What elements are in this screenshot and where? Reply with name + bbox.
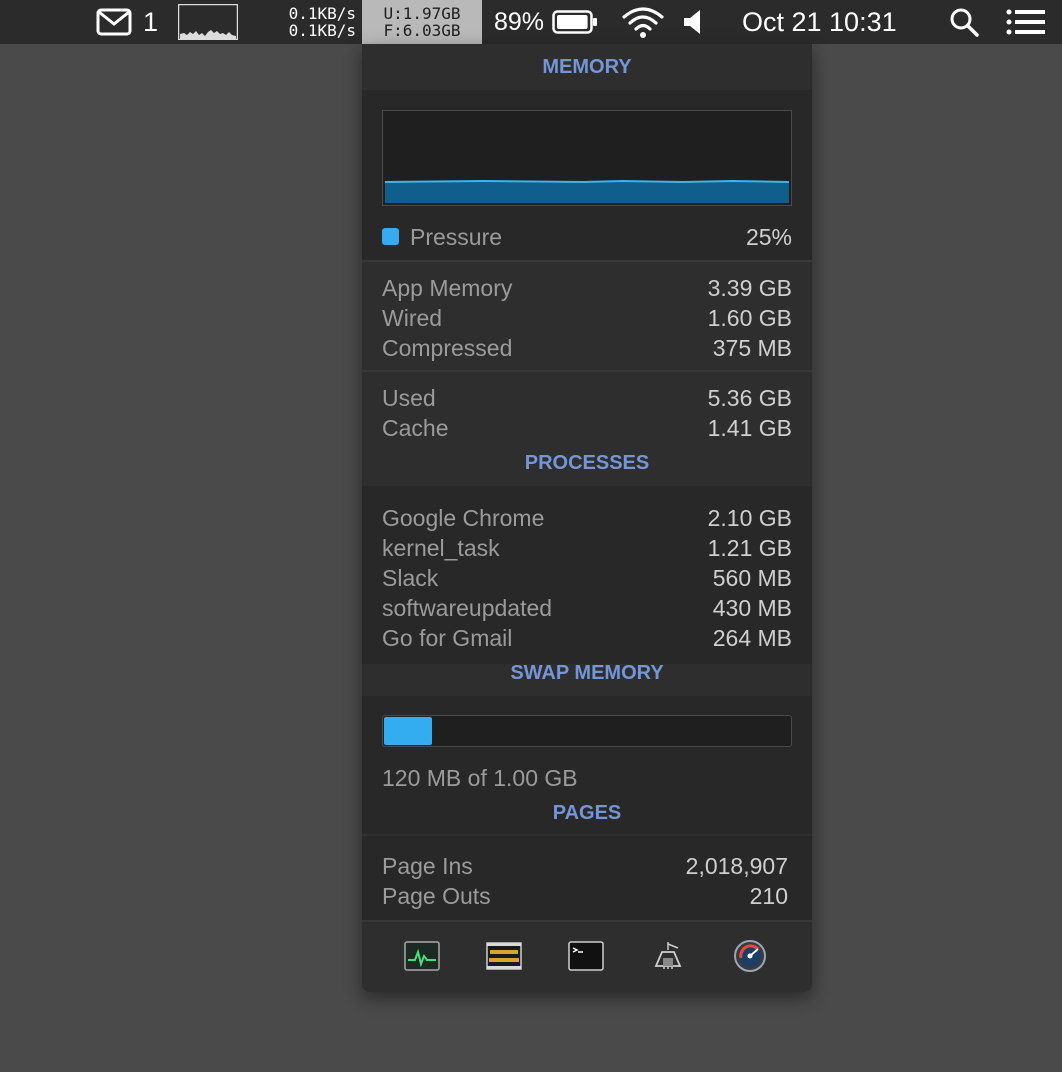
row-value: 210 <box>749 882 788 909</box>
pressure-legend: Pressure <box>382 224 502 251</box>
free-label: F: <box>383 21 403 40</box>
process-memory: 430 MB <box>712 594 792 621</box>
breakdown-row: Compressed 375 MB <box>382 333 792 363</box>
pressure-value: 25% <box>745 223 792 250</box>
totals-row: Used 5.36 GB <box>382 383 792 413</box>
process-row[interactable]: Go for Gmail 264 MB <box>382 623 792 653</box>
process-row[interactable]: softwareupdated 430 MB <box>382 593 792 623</box>
process-name: kernel_task <box>382 534 500 561</box>
row-value: 1.60 GB <box>707 304 792 331</box>
wifi-icon[interactable] <box>621 0 665 44</box>
terminal-icon[interactable] <box>568 940 604 972</box>
pages-section-title: PAGES <box>552 802 622 824</box>
totals-row: Cache 1.41 GB <box>382 413 792 443</box>
process-row[interactable]: kernel_task 1.21 GB <box>382 533 792 563</box>
search-icon[interactable] <box>948 0 980 44</box>
process-name: Go for Gmail <box>382 624 513 651</box>
row-value: 5.36 GB <box>707 384 792 411</box>
memory-free-row: F: 6.03GB <box>375 22 468 39</box>
swap-usage-text: 120 MB of 1.00 GB <box>382 765 578 791</box>
process-memory: 560 MB <box>712 564 792 591</box>
process-memory: 2.10 GB <box>707 504 792 531</box>
process-memory: 1.21 GB <box>707 534 792 561</box>
used-label: U: <box>383 4 403 23</box>
memory-menu-item[interactable]: U: 1.97GB F: 6.03GB <box>362 0 482 44</box>
console-icon[interactable] <box>486 940 522 972</box>
download-speed: 0.1KB/s <box>288 21 356 40</box>
pressure-swatch <box>382 227 399 245</box>
battery-icon[interactable] <box>552 0 598 44</box>
activity-monitor-icon[interactable] <box>404 940 440 972</box>
divider <box>362 260 812 262</box>
list-icon[interactable] <box>1006 0 1046 44</box>
row-label: Used <box>382 384 436 411</box>
row-value: 2,018,907 <box>685 852 788 879</box>
shortcut-toolbar <box>362 922 812 992</box>
clock[interactable]: Oct 21 10:31 <box>742 0 897 44</box>
process-name: Google Chrome <box>382 504 545 531</box>
battery-percent[interactable]: 89% <box>494 0 544 44</box>
disk-utility-icon[interactable] <box>732 940 768 972</box>
pressure-label: Pressure <box>410 223 503 250</box>
memory-pressure-graph <box>382 110 792 206</box>
memory-section-title: MEMORY <box>542 56 632 78</box>
breakdown-row: App Memory 3.39 GB <box>382 273 792 303</box>
pages-row: Page Outs 210 <box>382 881 792 911</box>
mail-icon[interactable] <box>96 0 132 44</box>
process-name: softwareupdated <box>382 594 553 621</box>
row-value: 375 MB <box>712 334 792 361</box>
process-memory: 264 MB <box>712 624 792 651</box>
mail-count[interactable]: 1 <box>143 0 158 44</box>
free-value: 6.03GB <box>402 21 461 40</box>
volume-icon[interactable] <box>682 0 704 44</box>
menu-bar: 1 0.1KB/s 0.1KB/s U: 1.97GB F: 6.03GB 89… <box>0 0 1062 44</box>
row-value: 3.39 GB <box>707 274 792 301</box>
upload-speed: 0.1KB/s <box>288 4 356 23</box>
memory-used-row: U: 1.97GB <box>375 5 468 22</box>
swap-usage-fill <box>384 717 432 745</box>
row-label: App Memory <box>382 274 513 301</box>
process-row[interactable]: Slack 560 MB <box>382 563 792 593</box>
network-graph[interactable] <box>178 4 238 40</box>
processes-section-title: PROCESSES <box>524 452 650 474</box>
memory-dropdown-panel: MEMORY Pressure 25% App Memory 3.39 GB Wi… <box>362 44 812 992</box>
row-label: Wired <box>382 304 443 331</box>
breakdown-row: Wired 1.60 GB <box>382 303 792 333</box>
row-value: 1.41 GB <box>707 414 792 441</box>
pages-row: Page Ins 2,018,907 <box>382 851 792 881</box>
row-label: Compressed <box>382 334 513 361</box>
pressure-row: Pressure 25% <box>382 222 792 252</box>
system-information-icon[interactable] <box>650 940 686 972</box>
process-name: Slack <box>382 564 439 591</box>
row-label: Page Outs <box>382 882 491 909</box>
divider <box>362 370 812 372</box>
process-row[interactable]: Google Chrome 2.10 GB <box>382 503 792 533</box>
row-label: Cache <box>382 414 449 441</box>
row-label: Page Ins <box>382 852 473 879</box>
network-speeds[interactable]: 0.1KB/s 0.1KB/s <box>262 0 356 44</box>
swap-usage-bar <box>382 715 792 747</box>
swap-section-title: SWAP MEMORY <box>510 662 664 684</box>
used-value: 1.97GB <box>402 4 461 23</box>
